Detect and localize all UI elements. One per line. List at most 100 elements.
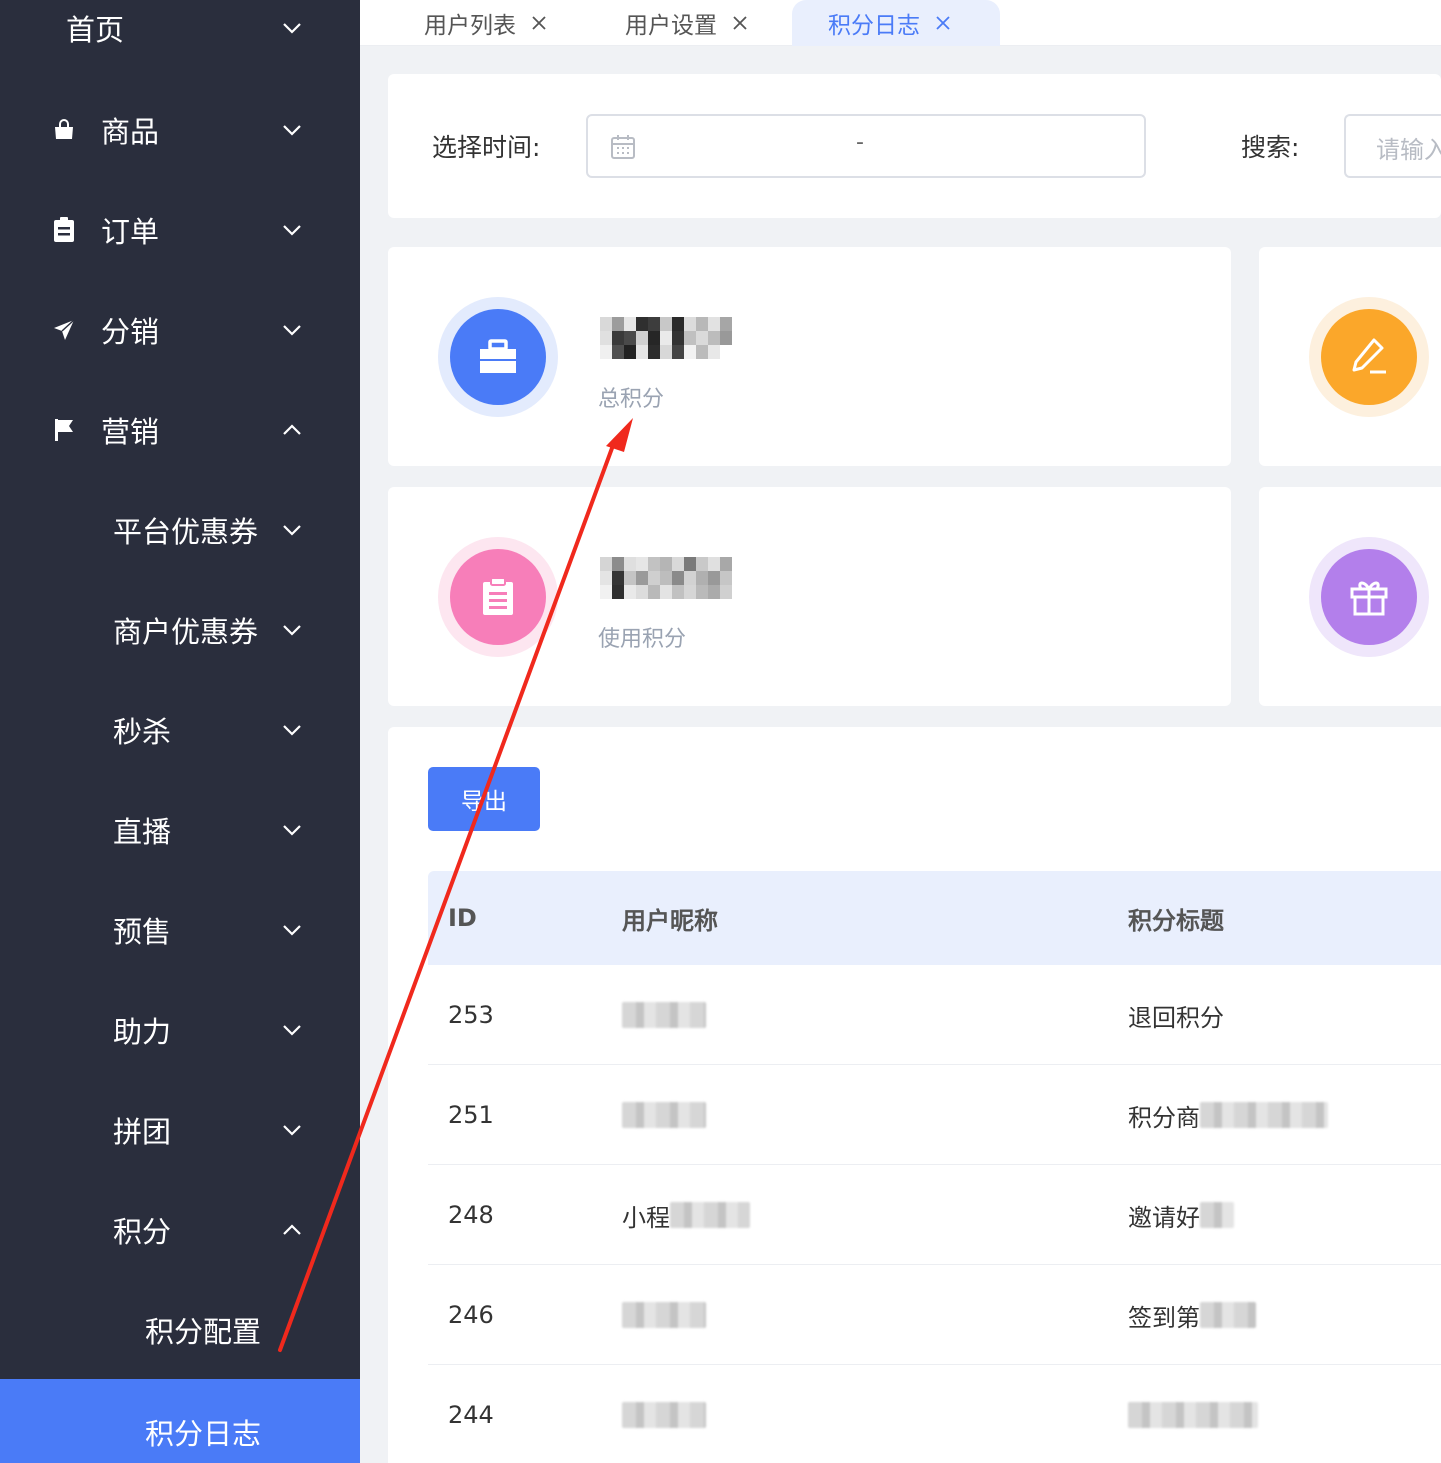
stat-label: 总积分 (598, 387, 665, 412)
sidebar-item-label: 订单 (101, 215, 160, 249)
sidebar-item-points-log[interactable]: 积分日志 (0, 1379, 360, 1463)
stat-card-total-points: 总积分 (388, 247, 1231, 466)
table-row[interactable]: 244 (428, 1365, 1441, 1463)
column-header-id[interactable]: ID (448, 871, 477, 965)
sidebar-item-flash-sale[interactable]: 秒杀 (0, 680, 360, 780)
sidebar-item-label: 拼团 (113, 1115, 172, 1149)
chevron-down-icon (280, 1018, 304, 1042)
stat-card-4 (1259, 487, 1441, 706)
tab-user-list[interactable]: 用户列表 (424, 0, 548, 46)
sidebar-item-distribution[interactable]: 分销 (0, 280, 360, 380)
close-icon[interactable] (731, 14, 749, 32)
table-row[interactable]: 246 签到第 (428, 1265, 1441, 1365)
sidebar: 首页 商品 订单 分销 营销 平台优惠券 商户优惠券 秒杀 直播 预售 助力 拼… (0, 0, 360, 1463)
clipboard-icon (450, 549, 546, 645)
sidebar-item-marketing[interactable]: 营销 (0, 380, 360, 480)
calendar-icon (610, 134, 636, 160)
chevron-down-icon (280, 1118, 304, 1142)
sidebar-item-label: 首页 (66, 13, 125, 47)
chevron-down-icon (280, 118, 304, 142)
cell-nickname (622, 965, 706, 1065)
table-row[interactable]: 251 积分商 (428, 1065, 1441, 1165)
stat-card-used-points: 使用积分 (388, 487, 1231, 706)
chevron-down-icon (280, 16, 304, 40)
redacted-block (670, 1202, 750, 1228)
chevron-down-icon (280, 718, 304, 742)
cell-nickname: 小程 (622, 1165, 750, 1265)
sidebar-item-orders[interactable]: 订单 (0, 180, 360, 280)
shopping-bag-icon (50, 116, 78, 144)
sidebar-item-home[interactable]: 首页 (0, 0, 360, 78)
stat-label: 使用积分 (598, 627, 687, 652)
cell-title-text: 签到第 (1128, 1303, 1200, 1332)
chevron-down-icon (280, 218, 304, 242)
cell-title-text: 邀请好 (1128, 1203, 1200, 1232)
cell-title: 邀请好 (1128, 1165, 1234, 1265)
stat-icon-ring (438, 537, 558, 657)
sidebar-item-label: 商品 (101, 115, 160, 149)
redacted-block (1200, 1102, 1328, 1128)
search-label: 搜索: (1241, 133, 1300, 162)
sidebar-item-label: 助力 (113, 1015, 172, 1049)
paper-plane-icon (50, 316, 78, 344)
sidebar-item-label: 营销 (101, 415, 160, 449)
sidebar-item-presale[interactable]: 预售 (0, 880, 360, 980)
export-button[interactable]: 导出 (428, 767, 540, 831)
clipboard-icon (50, 216, 78, 244)
sidebar-item-platform-coupons[interactable]: 平台优惠券 (0, 480, 360, 580)
sidebar-item-points-config[interactable]: 积分配置 (0, 1280, 360, 1380)
flag-icon (50, 416, 78, 444)
filter-panel: 选择时间: - 搜索: 请输入 (388, 74, 1441, 218)
column-header-title[interactable]: 积分标题 (1128, 871, 1224, 965)
cell-title: 退回积分 (1128, 965, 1224, 1065)
cell-id: 244 (448, 1401, 494, 1429)
chevron-down-icon (280, 818, 304, 842)
chevron-down-icon (280, 618, 304, 642)
redacted-block (622, 1302, 706, 1328)
column-header-nickname[interactable]: 用户昵称 (622, 871, 718, 965)
sidebar-item-group-buy[interactable]: 拼团 (0, 1080, 360, 1180)
tab-label: 积分日志 (828, 13, 920, 39)
tab-label: 用户列表 (424, 13, 516, 39)
redacted-block (1200, 1202, 1234, 1228)
chevron-up-icon (280, 1218, 304, 1242)
close-icon[interactable] (530, 14, 548, 32)
sidebar-item-merchant-coupons[interactable]: 商户优惠券 (0, 580, 360, 680)
sidebar-item-label: 预售 (113, 915, 172, 949)
tab-points-log[interactable]: 积分日志 (792, 0, 1000, 46)
cell-title: 积分商 (1128, 1065, 1328, 1165)
cell-nickname (622, 1365, 706, 1463)
close-icon[interactable] (934, 14, 952, 32)
sidebar-item-products[interactable]: 商品 (0, 80, 360, 180)
chevron-down-icon (280, 518, 304, 542)
chevron-down-icon (280, 918, 304, 942)
redacted-block (1200, 1302, 1256, 1328)
search-input[interactable]: 请输入 (1344, 114, 1441, 178)
table-row[interactable]: 248 小程 邀请好 (428, 1165, 1441, 1265)
sidebar-item-assist[interactable]: 助力 (0, 980, 360, 1080)
date-range-picker[interactable]: - (586, 114, 1146, 178)
sidebar-item-points[interactable]: 积分 (0, 1180, 360, 1280)
tab-user-settings[interactable]: 用户设置 (625, 0, 749, 46)
sidebar-item-live[interactable]: 直播 (0, 780, 360, 880)
chevron-up-icon (280, 418, 304, 442)
sidebar-item-label: 积分日志 (145, 1417, 262, 1451)
sidebar-item-label: 直播 (113, 815, 172, 849)
search-placeholder: 请输入 (1376, 136, 1441, 164)
points-log-table-panel: 导出 ID 用户昵称 积分标题 253 退回积分 251 积分商 248 小程 … (388, 727, 1441, 1463)
stat-icon-ring (1309, 297, 1429, 417)
tab-label: 用户设置 (625, 13, 717, 39)
cell-id: 253 (448, 1001, 494, 1029)
table-row[interactable]: 253 退回积分 (428, 965, 1441, 1065)
gift-icon (1321, 549, 1417, 645)
briefcase-icon (450, 309, 546, 405)
stat-value-blurred (600, 557, 732, 599)
cell-id: 246 (448, 1301, 494, 1329)
cell-title: 签到第 (1128, 1265, 1256, 1365)
redacted-block (1128, 1402, 1258, 1428)
pencil-icon (1321, 309, 1417, 405)
stat-icon-ring (438, 297, 558, 417)
sidebar-item-label: 分销 (101, 315, 160, 349)
cell-id: 248 (448, 1201, 494, 1229)
cell-nickname (622, 1265, 706, 1365)
